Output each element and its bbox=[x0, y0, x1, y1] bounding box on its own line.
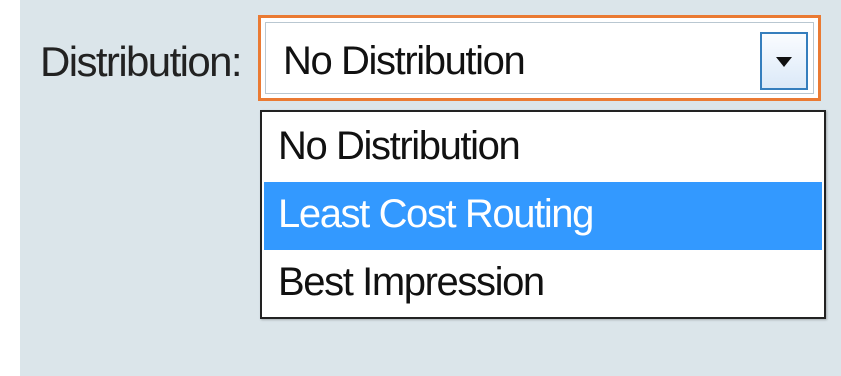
option-no-distribution[interactable]: No Distribution bbox=[264, 114, 822, 182]
option-best-impression[interactable]: Best Impression bbox=[264, 250, 822, 318]
distribution-select[interactable]: No Distribution bbox=[258, 15, 821, 101]
selected-value: No Distribution bbox=[283, 39, 526, 83]
option-least-cost-routing[interactable]: Least Cost Routing bbox=[264, 182, 822, 250]
select-field[interactable]: No Distribution bbox=[265, 22, 814, 94]
distribution-options-list[interactable]: No Distribution Least Cost Routing Best … bbox=[260, 110, 826, 319]
chevron-down-icon bbox=[776, 57, 792, 67]
dropdown-toggle-button[interactable] bbox=[760, 32, 808, 90]
distribution-label: Distribution: bbox=[40, 38, 243, 85]
